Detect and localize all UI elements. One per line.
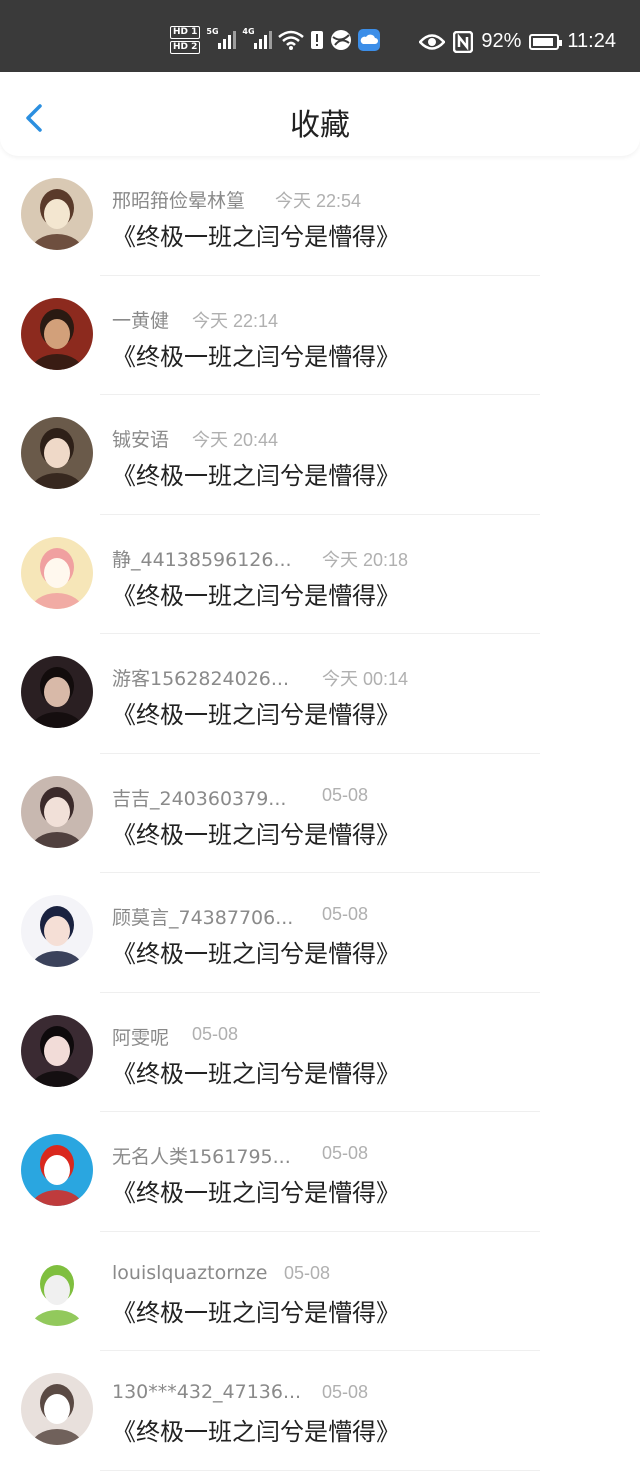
timestamp: 今天 20:44 xyxy=(192,430,279,450)
list-item[interactable]: 130***432_47136... 05-08 《终极一班之闫兮是懵得》 xyxy=(0,1351,640,1471)
battery-icon xyxy=(529,33,563,50)
user-name: 游客1562824026... xyxy=(112,668,290,690)
app-sphere-icon xyxy=(331,30,352,50)
net2-label: 4G xyxy=(242,27,255,36)
navigation-bar: 收藏 xyxy=(0,72,640,156)
favorite-title[interactable]: 《终极一班之闫兮是懵得》 xyxy=(112,695,400,730)
avatar[interactable] xyxy=(21,297,93,370)
timestamp: 05-08 xyxy=(322,1143,369,1163)
status-bar: HD 1 HD 2 5G 4G 92% 11:24 xyxy=(0,0,640,72)
nfc-icon xyxy=(453,30,474,53)
favorite-title[interactable]: 《终极一班之闫兮是懵得》 xyxy=(112,576,400,611)
favorite-title[interactable]: 《终极一班之闫兮是懵得》 xyxy=(112,1173,400,1208)
eye-icon xyxy=(419,33,446,50)
favorite-title[interactable]: 《终极一班之闫兮是懵得》 xyxy=(112,1412,400,1447)
list-item[interactable]: 吉吉_240360379... 05-08 《终极一班之闫兮是懵得》 xyxy=(0,754,640,873)
favorite-title[interactable]: 《终极一班之闫兮是懵得》 xyxy=(112,217,400,252)
timestamp: 05-08 xyxy=(322,1382,369,1402)
favorite-title[interactable]: 《终极一班之闫兮是懵得》 xyxy=(112,456,400,491)
net1-label: 5G xyxy=(206,27,219,36)
timestamp: 05-08 xyxy=(284,1262,331,1283)
list-item[interactable]: 一黄健 今天 22:14 《终极一班之闫兮是懵得》 xyxy=(0,276,640,395)
user-name: 一黄健 xyxy=(112,309,170,332)
list-item[interactable]: 游客1562824026... 今天 00:14 《终极一班之闫兮是懵得》 xyxy=(0,634,640,754)
user-name: 顾莫言_74387706... xyxy=(112,907,294,929)
user-name: 130***432_47136... xyxy=(112,1381,302,1403)
user-name: 静_44138596126... xyxy=(112,548,292,571)
hd2-badge: HD 2 xyxy=(170,41,201,54)
network-indicators: HD 1 HD 2 5G 4G xyxy=(170,26,381,54)
clock: 11:24 xyxy=(567,30,616,52)
hd1-badge: HD 1 xyxy=(170,26,201,39)
status-right: 92% 11:24 xyxy=(419,30,616,53)
avatar[interactable] xyxy=(21,417,93,489)
favorite-title[interactable]: 《终极一班之闫兮是懵得》 xyxy=(112,1293,400,1328)
user-name: louislquaztornze xyxy=(112,1261,268,1284)
avatar[interactable] xyxy=(21,775,93,848)
avatar[interactable] xyxy=(21,1134,93,1206)
signal-5g-icon: 5G xyxy=(206,27,237,49)
timestamp: 今天 20:18 xyxy=(322,549,409,570)
list-item[interactable]: 铖安语 今天 20:44 《终极一班之闫兮是懵得》 xyxy=(0,395,640,515)
battery-percent: 92% xyxy=(481,30,522,52)
timestamp: 今天 22:14 xyxy=(192,310,279,331)
cloud-app-icon xyxy=(358,29,381,51)
timestamp: 今天 22:54 xyxy=(275,191,362,211)
avatar[interactable] xyxy=(21,656,93,728)
sim-alert-icon xyxy=(311,31,324,49)
signal-4g-icon: 4G xyxy=(242,27,273,49)
avatar[interactable] xyxy=(21,536,93,609)
avatar[interactable] xyxy=(21,178,93,250)
favorite-title[interactable]: 《终极一班之闫兮是懵得》 xyxy=(112,337,400,372)
wifi-icon xyxy=(278,30,305,50)
user-name: 无名人类1561795... xyxy=(112,1146,291,1168)
divider xyxy=(100,1469,540,1471)
avatar[interactable] xyxy=(21,1253,93,1326)
hd-badges: HD 1 HD 2 xyxy=(170,26,201,54)
timestamp: 今天 00:14 xyxy=(322,669,409,689)
avatar[interactable] xyxy=(21,1014,93,1087)
list-item[interactable]: 顾莫言_74387706... 05-08 《终极一班之闫兮是懵得》 xyxy=(0,873,640,993)
user-name: 阿雯呢 xyxy=(112,1026,170,1049)
user-name: 邢昭箝俭晕林篁 xyxy=(112,190,246,212)
list-item[interactable]: louislquaztornze 05-08 《终极一班之闫兮是懵得》 xyxy=(0,1232,640,1351)
favorite-title[interactable]: 《终极一班之闫兮是懵得》 xyxy=(112,1054,400,1089)
timestamp: 05-08 xyxy=(322,904,369,924)
list-item[interactable]: 无名人类1561795... 05-08 《终极一班之闫兮是懵得》 xyxy=(0,1112,640,1232)
avatar[interactable] xyxy=(21,1373,93,1445)
favorites-list: 邢昭箝俭晕林篁 今天 22:54 《终极一班之闫兮是懵得》 一黄健 今天 22:14 《终… xyxy=(0,156,640,1471)
list-item[interactable]: 阿雯呢 05-08 《终极一班之闫兮是懵得》 xyxy=(0,993,640,1112)
list-item[interactable]: 邢昭箝俭晕林篁 今天 22:54 《终极一班之闫兮是懵得》 xyxy=(0,156,640,276)
timestamp: 05-08 xyxy=(322,784,369,805)
favorite-title[interactable]: 《终极一班之闫兮是懵得》 xyxy=(112,934,400,969)
user-name: 吉吉_240360379... xyxy=(112,787,287,810)
list-item[interactable]: 静_44138596126... 今天 20:18 《终极一班之闫兮是懵得》 xyxy=(0,515,640,634)
user-name: 铖安语 xyxy=(112,429,170,451)
page-title: 收藏 xyxy=(290,108,350,143)
favorite-title[interactable]: 《终极一班之闫兮是懵得》 xyxy=(112,815,400,850)
timestamp: 05-08 xyxy=(192,1023,239,1044)
avatar[interactable] xyxy=(21,895,93,967)
